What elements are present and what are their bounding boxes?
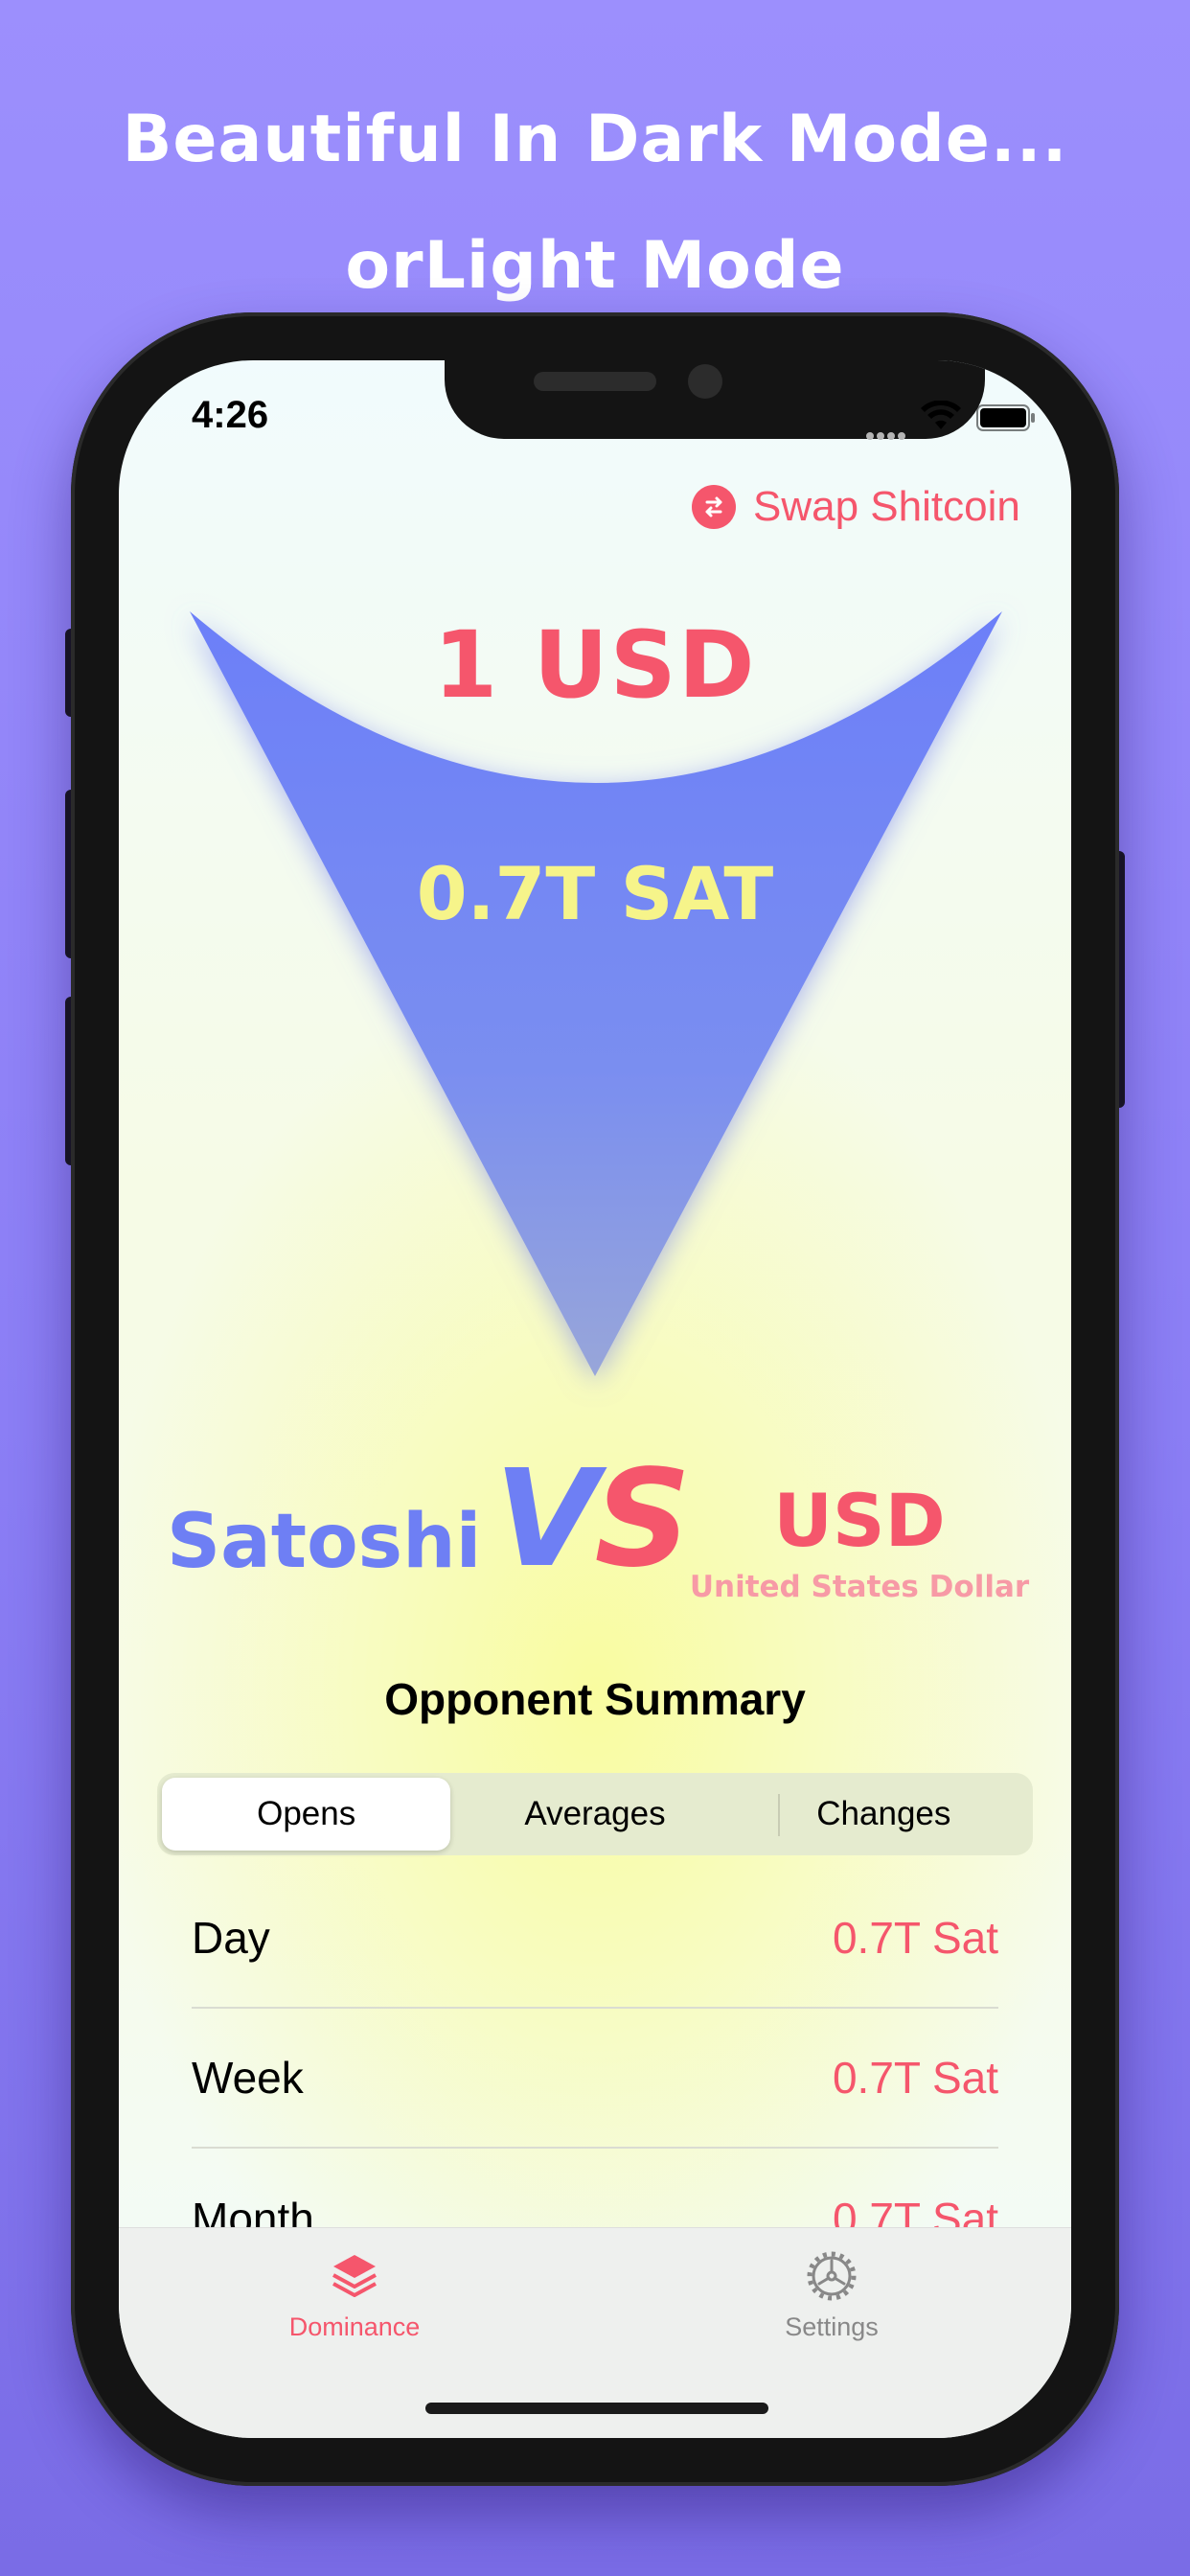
status-time: 4:26 bbox=[192, 394, 269, 436]
layers-icon bbox=[332, 2255, 377, 2297]
tab-dominance[interactable]: Dominance bbox=[230, 2249, 479, 2342]
summary-title: Opponent Summary bbox=[384, 1674, 806, 1724]
earpiece-speaker bbox=[534, 372, 656, 391]
sat-amount: 0.7T SAT bbox=[416, 851, 774, 936]
swap-shitcoin-button[interactable]: Swap Shitcoin bbox=[692, 483, 1020, 531]
tab-settings[interactable]: Settings bbox=[707, 2249, 956, 2342]
summary-list: Day 0.7T Sat Week 0.7T Sat Month 0.7T Sa… bbox=[192, 1869, 998, 2288]
gear-icon bbox=[807, 2251, 857, 2301]
tab-dominance-label: Dominance bbox=[288, 2312, 421, 2341]
signal-icon bbox=[866, 427, 908, 445]
right-opponent-full-name: United States Dollar bbox=[689, 1570, 1030, 1604]
front-camera bbox=[688, 364, 722, 399]
row-label: Week bbox=[192, 2053, 304, 2103]
battery-icon bbox=[976, 404, 1035, 431]
versus-row: Satoshi VS USD United States Dollar bbox=[119, 1453, 1071, 1625]
segment-divider bbox=[778, 1794, 780, 1836]
funnel-shape bbox=[190, 611, 1002, 1376]
home-indicator[interactable] bbox=[425, 2403, 768, 2414]
right-opponent-code: USD bbox=[773, 1478, 946, 1563]
summary-row-week: Week 0.7T Sat bbox=[192, 2009, 998, 2149]
tab-settings-label: Settings bbox=[785, 2312, 879, 2341]
swap-arrows-icon bbox=[692, 485, 736, 529]
tab-bar: Dominance Settings bbox=[119, 2227, 1071, 2438]
row-value: 0.7T Sat bbox=[832, 2053, 998, 2103]
row-value: 0.7T Sat bbox=[832, 1913, 998, 1963]
promo-line-2: orLight Mode bbox=[345, 228, 845, 304]
fiat-amount: 1 USD bbox=[433, 611, 757, 719]
promo-headline: Beautiful In Dark Mode... orLight Mode bbox=[0, 77, 1190, 330]
wifi-icon bbox=[921, 401, 961, 429]
left-opponent-name: Satoshi bbox=[167, 1499, 482, 1585]
segment-opens[interactable]: Opens bbox=[162, 1778, 451, 1851]
swap-shitcoin-label: Swap Shitcoin bbox=[753, 483, 1020, 530]
app-screen: 4:26 Swap Shitcoin 1 USD 0.7T SAT Satosh… bbox=[119, 360, 1071, 2438]
segment-averages[interactable]: Averages bbox=[450, 1778, 739, 1851]
row-label: Day bbox=[192, 1913, 270, 1963]
summary-segmented-control: Opens Averages Changes bbox=[157, 1773, 1033, 1855]
vs-label: VS bbox=[494, 1441, 691, 1598]
summary-row-day: Day 0.7T Sat bbox=[192, 1869, 998, 2009]
segment-changes[interactable]: Changes bbox=[740, 1778, 1028, 1851]
promo-line-1: Beautiful In Dark Mode... bbox=[122, 102, 1068, 177]
